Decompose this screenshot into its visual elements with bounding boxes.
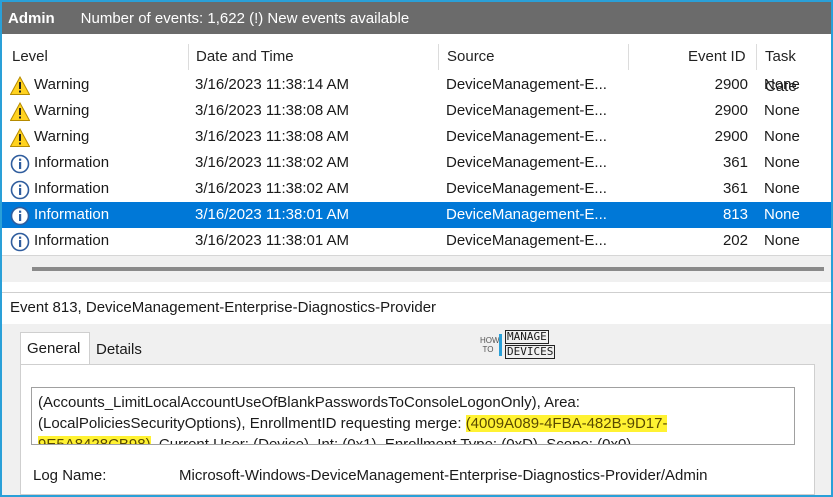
logo-line-1: HOW xyxy=(480,336,500,345)
tab-details[interactable]: Details xyxy=(90,336,150,364)
events-grid[interactable]: Level Date and Time Source Event ID Task… xyxy=(2,42,831,262)
table-row[interactable]: Warning 3/16/2023 11:38:14 AM DeviceManage… xyxy=(2,72,831,98)
column-header-event-id[interactable]: Event ID xyxy=(688,42,746,72)
cell-date: 3/16/2023 11:38:08 AM xyxy=(195,102,350,119)
cell-event-id: 361 xyxy=(722,154,748,171)
cell-task-category: None xyxy=(764,128,800,145)
logo-line-2: TO xyxy=(482,345,494,354)
info-icon xyxy=(10,206,30,226)
cell-task-category: None xyxy=(764,76,800,93)
logo-brand: MANAGE DEVICES xyxy=(505,330,556,360)
horizontal-scrollbar[interactable] xyxy=(2,255,831,282)
cell-level: Information xyxy=(34,154,110,171)
log-title: Admin xyxy=(8,9,55,27)
column-separator[interactable] xyxy=(438,44,439,70)
table-row[interactable]: Warning 3/16/2023 11:38:08 AM DeviceManage… xyxy=(2,124,831,150)
cell-event-id: 2900 xyxy=(714,102,748,119)
cell-task-category: None xyxy=(764,232,800,249)
cell-task-category: None xyxy=(764,102,800,119)
event-message: (Accounts_LimitLocalAccountUseOfBlankPas… xyxy=(32,392,758,445)
logo-brand-devices: DEVICES xyxy=(505,345,556,359)
cell-level: Warning xyxy=(34,76,90,93)
cell-event-id: 813 xyxy=(722,206,748,223)
cell-level: Warning xyxy=(34,102,90,119)
logo-divider xyxy=(499,334,502,356)
warning-icon xyxy=(9,101,31,122)
table-row[interactable]: Information 3/16/2023 11:38:02 AM DeviceMa… xyxy=(2,150,831,176)
cell-event-id: 202 xyxy=(722,232,748,249)
column-separator[interactable] xyxy=(756,44,757,70)
grid-header: Level Date and Time Source Event ID Task… xyxy=(2,42,831,95)
logo-brand-manage: MANAGE xyxy=(505,330,549,344)
column-header-task-category[interactable]: Task Cate xyxy=(765,42,831,95)
message-text-2: , Current User: (Device), Int: (0x1), En… xyxy=(150,436,636,445)
table-row[interactable]: Information 3/16/2023 11:38:01 AM DeviceMa… xyxy=(2,228,831,254)
log-name-value: Microsoft-Windows-DeviceManagement-Enter… xyxy=(179,467,708,484)
cell-task-category: None xyxy=(764,154,800,171)
info-icon xyxy=(10,180,30,200)
cell-level: Information xyxy=(34,180,110,197)
cell-level: Information xyxy=(34,206,110,223)
cell-date: 3/16/2023 11:38:02 AM xyxy=(195,154,350,171)
cell-source: DeviceManagement-E... xyxy=(446,76,607,93)
cell-source: DeviceManagement-E... xyxy=(446,206,607,223)
table-row[interactable]: Warning 3/16/2023 11:38:08 AM DeviceManage… xyxy=(2,98,831,124)
table-row[interactable]: Information 3/16/2023 11:38:01 AM DeviceMa… xyxy=(2,202,831,228)
cell-task-category: None xyxy=(764,206,800,223)
cell-event-id: 361 xyxy=(722,180,748,197)
cell-date: 3/16/2023 11:38:02 AM xyxy=(195,180,350,197)
event-detail-pane: General Details HOW TO MANAGE DEVICES (A… xyxy=(2,324,831,495)
cell-source: DeviceManagement-E... xyxy=(446,128,607,145)
cell-date: 3/16/2023 11:38:01 AM xyxy=(195,232,350,249)
cell-source: DeviceManagement-E... xyxy=(446,180,607,197)
column-header-level[interactable]: Level xyxy=(12,42,48,72)
table-row[interactable]: Information 3/16/2023 11:38:02 AM DeviceMa… xyxy=(2,176,831,202)
event-count: Number of events: 1,622 (!) New events a… xyxy=(80,9,410,27)
cell-event-id: 2900 xyxy=(714,128,748,145)
cell-level: Information xyxy=(34,232,110,249)
cell-date: 3/16/2023 11:38:01 AM xyxy=(195,206,350,223)
logo-how-to: HOW TO xyxy=(480,336,500,354)
event-message-box[interactable]: (Accounts_LimitLocalAccountUseOfBlankPas… xyxy=(31,387,795,445)
info-icon xyxy=(10,154,30,174)
cell-source: DeviceManagement-E... xyxy=(446,232,607,249)
log-name-label: Log Name: xyxy=(33,467,107,484)
column-separator[interactable] xyxy=(188,44,189,70)
column-header-date[interactable]: Date and Time xyxy=(196,42,294,72)
log-header-bar: Admin Number of events: 1,622 (!) New ev… xyxy=(2,2,831,34)
cell-date: 3/16/2023 11:38:08 AM xyxy=(195,128,350,145)
column-header-source[interactable]: Source xyxy=(447,42,495,72)
cell-date: 3/16/2023 11:38:14 AM xyxy=(195,76,350,93)
cell-task-category: None xyxy=(764,180,800,197)
warning-icon xyxy=(9,75,31,96)
scrollbar-thumb[interactable] xyxy=(32,267,824,271)
info-icon xyxy=(10,232,30,252)
cell-event-id: 2900 xyxy=(714,76,748,93)
event-detail-title: Event 813, DeviceManagement-Enterprise-D… xyxy=(2,292,831,322)
cell-source: DeviceManagement-E... xyxy=(446,102,607,119)
site-logo: HOW TO MANAGE DEVICES xyxy=(480,330,556,360)
cell-level: Warning xyxy=(34,128,90,145)
warning-icon xyxy=(9,127,31,148)
event-viewer-window: Admin Number of events: 1,622 (!) New ev… xyxy=(0,0,833,497)
column-separator[interactable] xyxy=(628,44,629,70)
general-tab-panel: (Accounts_LimitLocalAccountUseOfBlankPas… xyxy=(20,364,815,495)
cell-source: DeviceManagement-E... xyxy=(446,154,607,171)
tab-general[interactable]: General xyxy=(20,332,90,366)
